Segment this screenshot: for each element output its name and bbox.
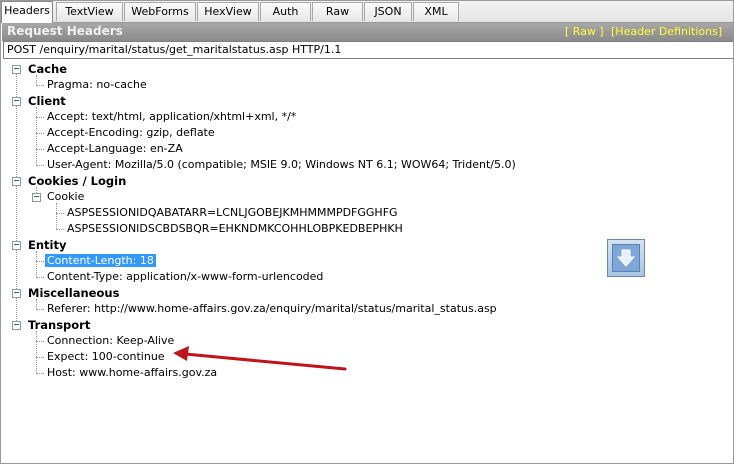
scroll-down-button[interactable]: [607, 239, 645, 277]
tab-textview[interactable]: TextView: [56, 2, 123, 21]
panel-title: Request Headers: [7, 24, 123, 38]
tab-webforms[interactable]: WebForms: [124, 2, 196, 21]
group-client[interactable]: Client: [28, 93, 66, 109]
tab-raw[interactable]: Raw: [312, 2, 363, 21]
group-cache[interactable]: Cache: [28, 61, 67, 77]
header-item-pragma[interactable]: Pragma: no-cache: [47, 77, 147, 93]
header-item-user-agent[interactable]: User-Agent: Mozilla/5.0 (compatible; MSI…: [47, 157, 516, 173]
collapse-transport-icon[interactable]: −: [12, 321, 21, 330]
tab-auth[interactable]: Auth: [260, 2, 311, 21]
inspector-panel: Headers TextView WebForms HexView Auth R…: [0, 0, 734, 464]
cookie-item-1[interactable]: ASPSESSIONIDQABATARR=LCNLJGOBEJKMHMMMPDF…: [67, 205, 398, 221]
tab-headers[interactable]: Headers: [1, 1, 53, 23]
header-item-connection[interactable]: Connection: Keep-Alive: [47, 333, 174, 349]
annotation-arrow-icon: [173, 346, 347, 371]
collapse-cookies-icon[interactable]: −: [12, 177, 21, 186]
header-item-content-length[interactable]: Content-Length: 18: [45, 253, 156, 269]
group-miscellaneous[interactable]: Miscellaneous: [28, 285, 119, 301]
header-item-referer[interactable]: Referer: http://www.home-affairs.gov.za/…: [47, 301, 497, 317]
selected-item-label: Content-Length: 18: [45, 254, 156, 267]
collapse-cookie-icon[interactable]: −: [32, 193, 41, 202]
tab-strip: Headers TextView WebForms HexView Auth R…: [1, 1, 733, 23]
header-definitions-link[interactable]: [Header Definitions]: [611, 25, 722, 38]
collapse-cache-icon[interactable]: −: [12, 65, 21, 74]
collapse-entity-icon[interactable]: −: [12, 241, 21, 250]
raw-link[interactable]: [ Raw ]: [565, 25, 604, 38]
collapse-client-icon[interactable]: −: [12, 97, 21, 106]
group-cookies-login[interactable]: Cookies / Login: [28, 173, 126, 189]
header-item-accept[interactable]: Accept: text/html, application/xhtml+xml…: [47, 109, 296, 125]
tab-hexview[interactable]: HexView: [197, 2, 259, 21]
header-item-accept-language[interactable]: Accept-Language: en-ZA: [47, 141, 183, 157]
request-line[interactable]: POST /enquiry/marital/status/get_marital…: [3, 41, 733, 59]
collapse-misc-icon[interactable]: −: [12, 289, 21, 298]
tab-xml[interactable]: XML: [413, 2, 459, 21]
tab-json[interactable]: JSON: [364, 2, 412, 21]
cookie-item-2[interactable]: ASPSESSIONIDSCBDSBQR=EHKNDMKCOHHLOBPKEDB…: [67, 221, 403, 237]
header-item-accept-encoding[interactable]: Accept-Encoding: gzip, deflate: [47, 125, 215, 141]
header-item-expect[interactable]: Expect: 100-continue: [47, 349, 165, 365]
request-headers-bar: Request Headers [ Raw ] [Header Definiti…: [2, 23, 733, 41]
cookie-node[interactable]: Cookie: [47, 189, 84, 205]
group-transport[interactable]: Transport: [28, 317, 90, 333]
down-arrow-icon: [612, 244, 640, 272]
group-entity[interactable]: Entity: [28, 237, 66, 253]
header-item-content-type[interactable]: Content-Type: application/x-www-form-url…: [47, 269, 323, 285]
